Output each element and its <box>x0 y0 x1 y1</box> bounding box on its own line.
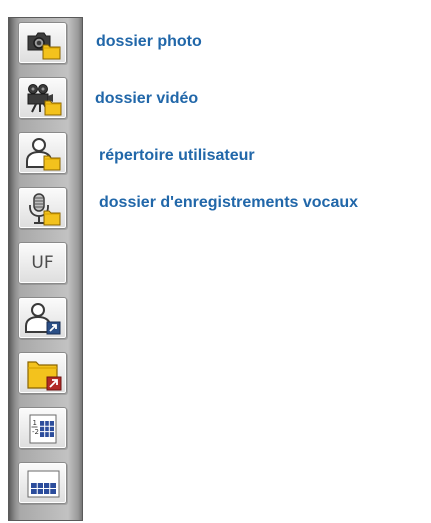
fraction-table-button[interactable]: 1 -2 <box>18 407 67 449</box>
svg-text:1: 1 <box>33 419 37 427</box>
folder-shortcut-button[interactable] <box>18 352 67 394</box>
voice-recordings-folder-button[interactable] <box>18 187 67 229</box>
uf-text-icon: UF <box>31 253 54 273</box>
photo-folder-label: dossier photo <box>96 33 202 50</box>
video-folder-icon <box>27 84 62 116</box>
svg-text:-2: -2 <box>32 428 39 436</box>
vertical-toolbar: UF 1 -2 <box>8 17 83 521</box>
user-directory-label: répertoire utilisateur <box>99 147 255 164</box>
fraction-table-icon: 1 -2 <box>29 414 57 444</box>
photo-folder-icon <box>27 32 61 60</box>
photo-folder-button[interactable] <box>18 22 67 64</box>
voice-recordings-folder-label: dossier d'enregistrements vocaux <box>99 194 359 211</box>
user-shortcut-button[interactable] <box>18 297 67 339</box>
table-grid-icon <box>27 470 60 498</box>
voice-recordings-folder-icon <box>29 193 61 226</box>
table-grid-button[interactable] <box>18 462 67 504</box>
user-directory-button[interactable] <box>18 132 67 174</box>
video-folder-label: dossier vidéo <box>95 90 199 107</box>
user-directory-icon <box>26 138 61 171</box>
user-shortcut-icon <box>25 303 61 335</box>
folder-shortcut-icon <box>27 361 62 391</box>
video-folder-button[interactable] <box>18 77 67 119</box>
uf-button[interactable]: UF <box>18 242 67 284</box>
